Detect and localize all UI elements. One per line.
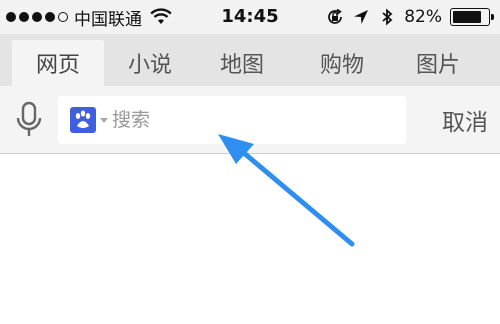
status-bar: 中国联通 14:45 82% — [0, 0, 500, 34]
status-right: 82% — [326, 6, 494, 28]
search-input[interactable] — [112, 109, 392, 131]
cancel-button[interactable]: 取消 — [442, 103, 488, 137]
search-category-tabs: 网页 小说 地图 购物 图片 — [0, 34, 500, 86]
search-bar-row: 取消 — [0, 86, 500, 154]
baidu-paw-icon[interactable] — [70, 107, 96, 133]
tab-novel[interactable]: 小说 — [104, 40, 196, 86]
rotation-lock-icon — [328, 8, 343, 24]
tab-map[interactable]: 地图 — [196, 40, 288, 86]
battery-percent: 82% — [404, 7, 442, 27]
chevron-down-icon[interactable] — [99, 115, 109, 125]
tab-webpage[interactable]: 网页 — [12, 40, 104, 86]
tab-images[interactable]: 图片 — [392, 40, 484, 86]
tab-shopping[interactable]: 购物 — [296, 40, 388, 86]
microphone-icon[interactable] — [14, 100, 44, 140]
battery-icon — [450, 8, 494, 26]
search-box[interactable] — [58, 96, 406, 144]
battery-tip — [491, 14, 494, 20]
bluetooth-icon — [382, 8, 393, 26]
location-arrow-icon — [354, 10, 369, 24]
battery-level-fill — [453, 11, 481, 23]
results-area — [0, 155, 500, 324]
